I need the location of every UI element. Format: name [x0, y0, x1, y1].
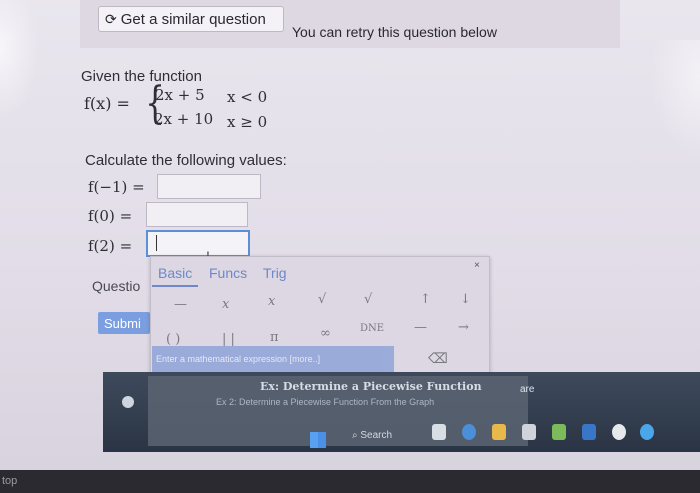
palette-key-dne[interactable]: DNE — [360, 323, 384, 334]
case-condition: x ≥ 0 — [227, 113, 268, 131]
app-icon[interactable] — [582, 424, 596, 440]
calc-instructions: Calculate the following values: — [85, 152, 287, 169]
text-caret — [156, 235, 157, 251]
screen-glare — [650, 40, 700, 160]
monitor-bezel — [0, 470, 700, 493]
question-label-3: f(2) = — [88, 237, 133, 255]
palette-key-x[interactable]: x — [222, 297, 229, 312]
video-subtitle: Ex 2: Determine a Piecewise Function Fro… — [216, 397, 435, 407]
palette-key-parens[interactable]: ( ) — [166, 332, 180, 347]
active-tab-indicator — [152, 285, 198, 287]
tab-funcs[interactable]: Funcs — [209, 265, 247, 281]
tab-basic[interactable]: Basic — [158, 265, 192, 281]
palette-key-x-power[interactable]: x — [268, 294, 275, 309]
function-lhs: f(x) = — [84, 94, 130, 113]
palette-hint[interactable]: Enter a mathematical expression [more..] — [152, 346, 394, 372]
case-expression: 2x + 5 — [155, 86, 205, 104]
palette-key-up-arrow[interactable]: ↑ — [420, 292, 431, 307]
case-expression: 2x + 10 — [154, 110, 214, 128]
given-text: Given the function — [81, 68, 202, 85]
palette-key-nth-root[interactable]: √ — [364, 292, 372, 307]
windows-start-icon[interactable] — [310, 432, 326, 448]
video-title: Ex: Determine a Piecewise Function — [260, 380, 482, 393]
share-label[interactable]: are — [520, 384, 534, 395]
refresh-icon: ⟳ — [105, 10, 117, 27]
palette-key-minus[interactable]: — — [174, 297, 187, 312]
folder-icon[interactable] — [492, 424, 506, 440]
edge-icon[interactable] — [462, 424, 476, 440]
palette-key-abs[interactable]: | | — [222, 332, 235, 347]
taskbar-search[interactable]: ⌕ Search — [352, 430, 422, 448]
answer-input-1[interactable] — [157, 174, 261, 199]
app-icon[interactable] — [552, 424, 566, 440]
bezel-label: top — [2, 475, 18, 487]
answer-input-3[interactable] — [146, 230, 250, 257]
circle-icon — [122, 396, 134, 408]
app-icon[interactable] — [640, 424, 654, 440]
case-condition: x < 0 — [227, 88, 268, 106]
app-icon[interactable] — [612, 424, 626, 440]
get-similar-question-button[interactable]: ⟳ Get a similar question — [98, 6, 284, 32]
palette-key-pi[interactable]: π — [270, 330, 279, 345]
question-label-1: f(−1) = — [88, 178, 145, 196]
submit-button[interactable]: Submi — [98, 312, 150, 334]
search-label: Search — [360, 430, 393, 441]
palette-key-infinity[interactable]: ∞ — [320, 326, 331, 341]
similar-button-label: Get a similar question — [120, 10, 266, 28]
question-label-2: f(0) = — [88, 207, 133, 225]
answer-input-2[interactable] — [146, 202, 248, 227]
backspace-icon[interactable]: ⌫ — [428, 350, 448, 367]
store-icon[interactable] — [522, 424, 536, 440]
screen-glare — [0, 0, 40, 120]
taskview-icon[interactable] — [432, 424, 446, 440]
palette-key-sqrt[interactable]: √ — [318, 292, 326, 307]
question-status-label: Questio — [92, 278, 141, 294]
palette-key-down-arrow[interactable]: ↓ — [460, 292, 471, 307]
retry-message: You can retry this question below — [292, 24, 497, 40]
palette-key-arrow[interactable]: → — [458, 320, 469, 335]
palette-key-dash[interactable]: — — [414, 320, 427, 335]
tab-trig[interactable]: Trig — [263, 265, 287, 281]
close-icon[interactable]: × — [474, 260, 480, 271]
